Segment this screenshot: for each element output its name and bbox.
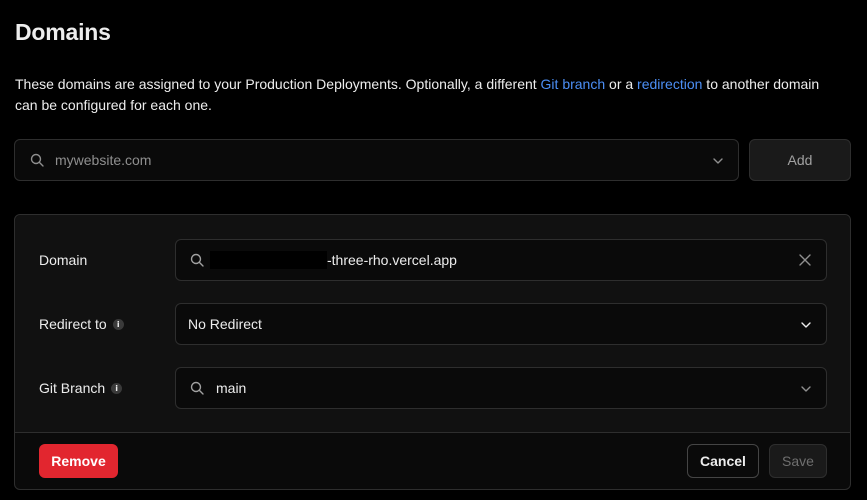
redirect-select[interactable]: No Redirect — [175, 303, 827, 345]
chevron-down-icon[interactable] — [712, 154, 724, 172]
git-branch-label: Git Branch i — [39, 380, 123, 396]
domain-field[interactable]: -three-rho.vercel.app — [175, 239, 827, 281]
domain-label: Domain — [39, 252, 87, 268]
search-icon — [190, 253, 204, 272]
redirection-link[interactable]: redirection — [637, 76, 702, 92]
description-text-middle: or a — [605, 76, 638, 92]
domain-label-text: Domain — [39, 252, 88, 268]
page-title: Domains — [15, 19, 111, 45]
info-icon[interactable]: i — [111, 382, 123, 394]
redirect-label-text: Redirect to — [39, 316, 107, 332]
info-icon[interactable]: i — [112, 318, 124, 330]
redirect-label: Redirect to i — [39, 316, 124, 332]
add-domain-field[interactable] — [14, 139, 739, 181]
save-button[interactable]: Save — [769, 444, 827, 478]
redirect-value: No Redirect — [188, 316, 262, 332]
remove-button[interactable]: Remove — [39, 444, 118, 478]
add-domain-button[interactable]: Add — [749, 139, 851, 181]
domain-card-body: Domain -three-rho.vercel.app Redirect to… — [15, 215, 850, 433]
domain-value: -three-rho.vercel.app — [327, 252, 457, 268]
search-icon — [30, 153, 44, 172]
domain-card: Domain -three-rho.vercel.app Redirect to… — [14, 214, 851, 490]
page-description: These domains are assigned to your Produ… — [15, 74, 845, 116]
chevron-down-icon — [800, 318, 812, 336]
domains-page: Domains These domains are assigned to yo… — [0, 0, 867, 500]
chevron-down-icon[interactable] — [800, 382, 812, 400]
search-icon — [190, 381, 204, 400]
add-domain-input[interactable] — [55, 140, 695, 180]
git-branch-value: main — [216, 380, 247, 396]
git-branch-label-text: Git Branch — [39, 380, 106, 396]
close-icon[interactable] — [798, 253, 812, 272]
description-text-start: These domains are assigned to your Produ… — [15, 76, 541, 92]
cancel-button[interactable]: Cancel — [687, 444, 759, 478]
git-branch-field[interactable]: main — [175, 367, 827, 409]
redacted-block — [210, 251, 327, 269]
git-branch-link[interactable]: Git branch — [541, 76, 606, 92]
